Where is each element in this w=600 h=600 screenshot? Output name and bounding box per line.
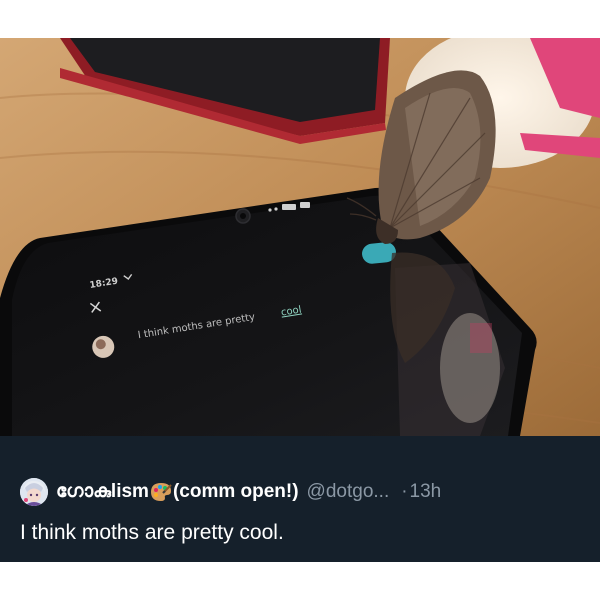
moth-on-phone-image: 18:29 × I think moths are pretty cool <box>0 38 600 436</box>
tweet-photo[interactable]: 18:29 × I think moths are pretty cool <box>0 38 600 436</box>
tweet-card[interactable]: 18:29 × I think moths are pretty cool ഗോ… <box>0 38 600 562</box>
tweet-text: I think moths are pretty cool. <box>20 521 284 544</box>
user-handle[interactable]: @dotgo... <box>307 480 390 504</box>
anime-avatar-icon <box>20 478 48 506</box>
artist-palette-icon <box>150 482 172 502</box>
avatar[interactable] <box>20 478 48 506</box>
display-name-suffix[interactable]: (comm open!) <box>173 480 299 504</box>
tweet-header: ഗോകുlism (comm open!) @dotgo... · 13h <box>56 480 441 504</box>
display-name[interactable]: ഗോകുlism <box>56 480 149 504</box>
quoted-tweet[interactable]: ഗോകുlism (comm open!) @dotgo... · 13h I … <box>0 436 600 562</box>
separator-dot: · <box>401 481 408 502</box>
tweet-timestamp[interactable]: 13h <box>410 480 442 504</box>
